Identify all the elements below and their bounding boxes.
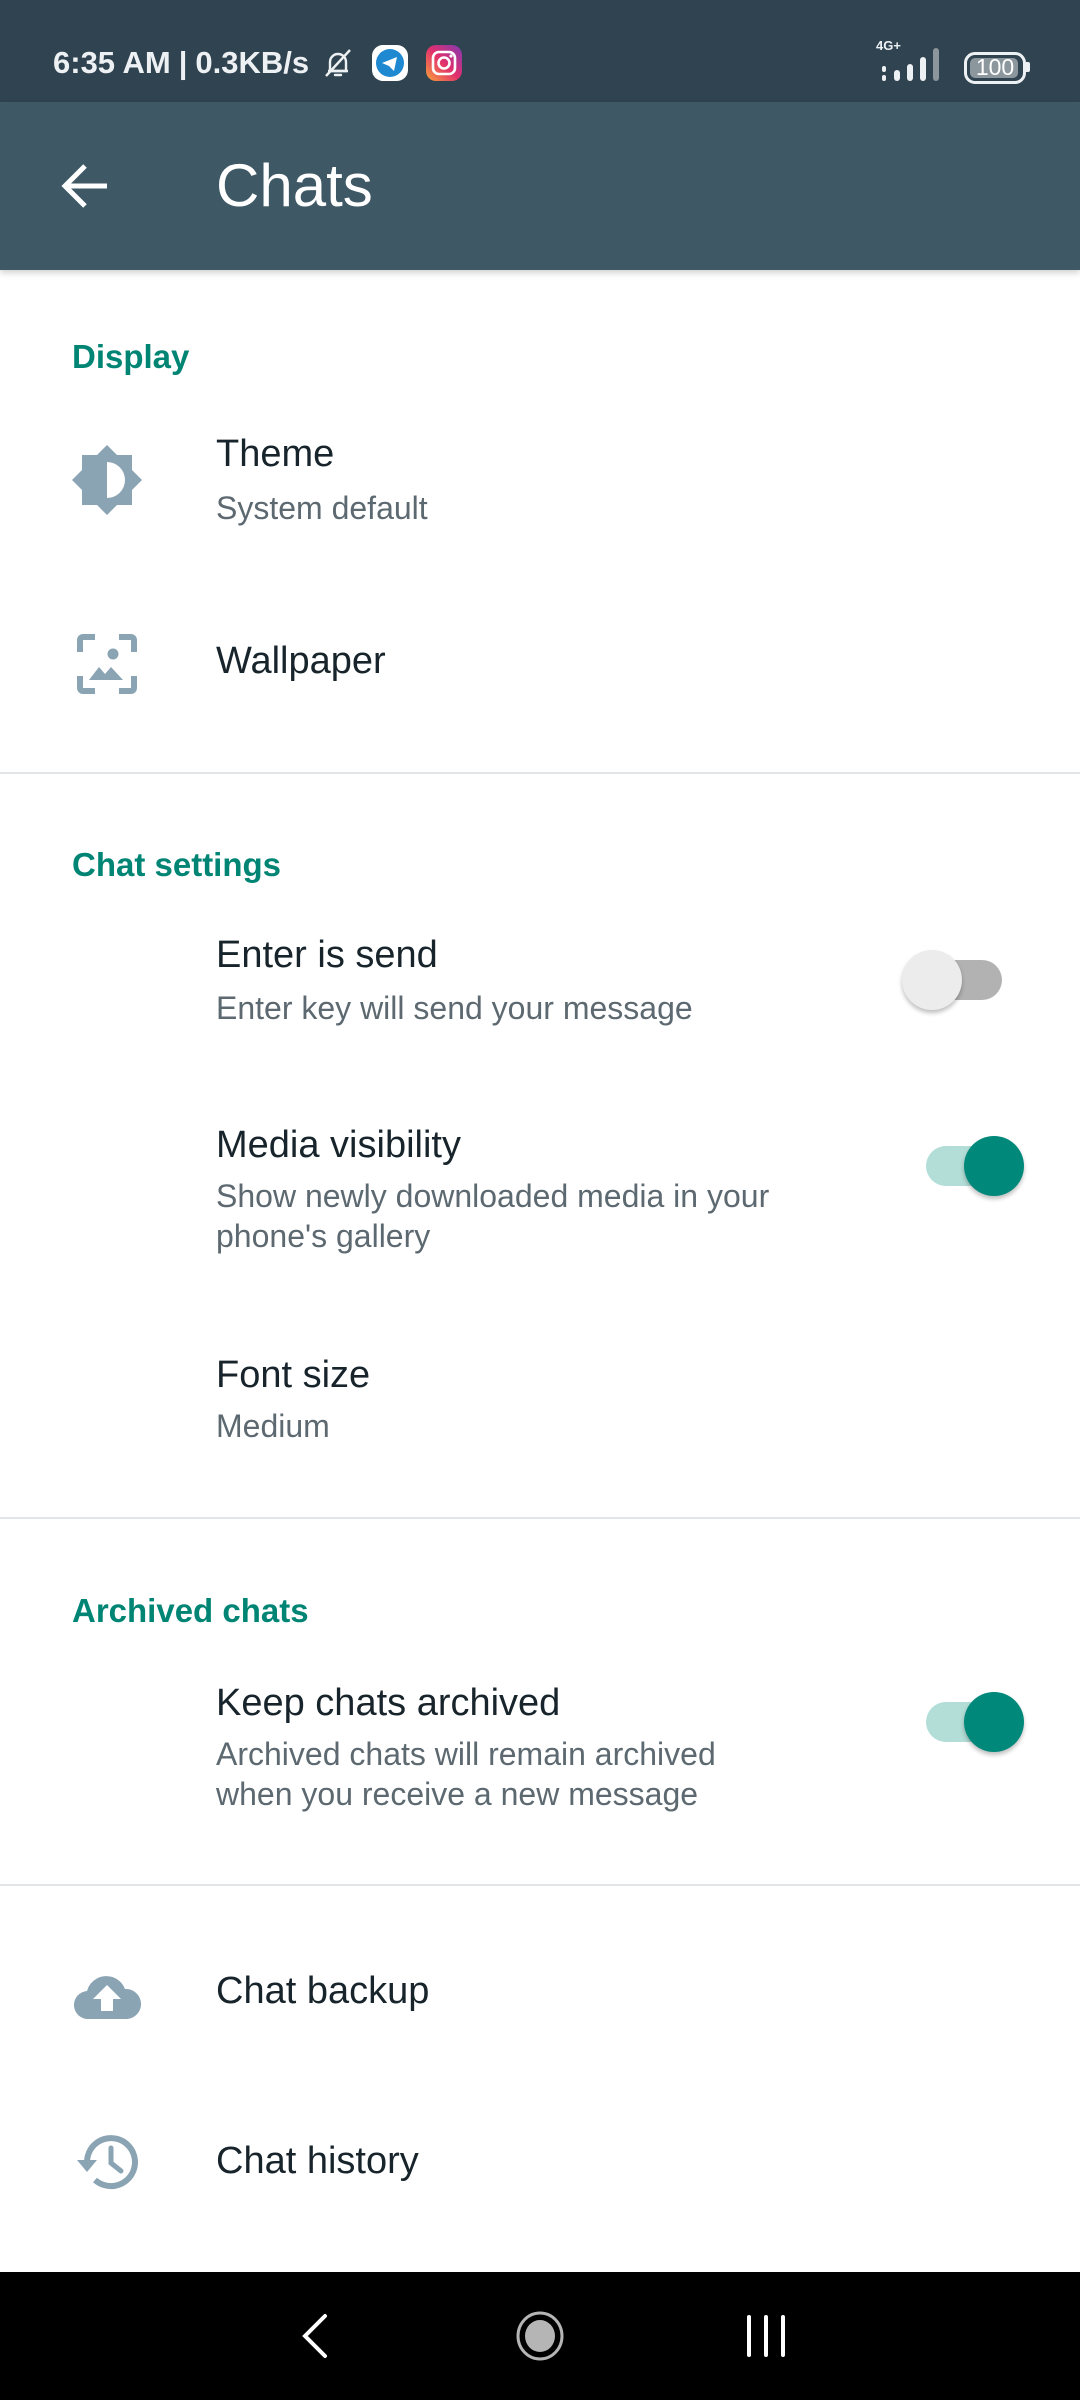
nav-recents-button[interactable]: [716, 2296, 816, 2376]
status-bar: 6:35 AM | 0.3KB/s 4G+ 100: [0, 0, 1080, 102]
battery-icon: 100: [964, 52, 1030, 84]
enter-is-send-toggle[interactable]: [902, 944, 1002, 1010]
cloud-upload-icon: [72, 1960, 142, 2030]
toggle-thumb: [964, 1136, 1024, 1196]
setting-title: Theme: [216, 433, 335, 475]
setting-title: Chat history: [216, 2140, 419, 2182]
toggle-thumb: [964, 1692, 1024, 1752]
section-header-chat-settings: Chat settings: [72, 846, 282, 883]
toggle-thumb: [902, 950, 962, 1010]
setting-keep-chats-archived[interactable]: Keep chats archived Archived chats will …: [0, 1656, 1080, 1846]
setting-enter-is-send[interactable]: Enter is send Enter key will send your m…: [0, 910, 1080, 1060]
setting-subtitle: Medium: [216, 1408, 330, 1444]
back-button[interactable]: [50, 155, 120, 217]
divider: [0, 1517, 1080, 1519]
section-header-display: Display: [72, 338, 190, 375]
setting-title: Font size: [216, 1354, 371, 1396]
bell-off-icon: [321, 46, 355, 80]
setting-media-visibility[interactable]: Media visibility Show newly downloaded m…: [0, 1100, 1080, 1290]
arrow-left-icon: [61, 164, 107, 208]
setting-title: Chat backup: [216, 1970, 430, 2012]
nav-recents-icon: [747, 2315, 785, 2357]
system-nav-bar: [0, 2272, 1080, 2400]
setting-title: Wallpaper: [216, 640, 386, 682]
battery-level: 100: [975, 54, 1015, 80]
setting-title: Media visibility: [216, 1124, 461, 1166]
media-visibility-toggle[interactable]: [926, 1130, 1026, 1196]
signal-icon: 4G+: [876, 38, 946, 84]
status-right: 4G+ 100: [876, 38, 1030, 84]
divider: [0, 772, 1080, 774]
keep-chats-archived-toggle[interactable]: [926, 1686, 1026, 1752]
setting-subtitle: Archived chats will remain archived when…: [216, 1736, 716, 1812]
setting-subtitle: Show newly downloaded media in your phon…: [216, 1178, 770, 1254]
wallpaper-icon: [72, 629, 142, 699]
instagram-icon: [425, 44, 463, 82]
setting-title: Keep chats archived: [216, 1682, 561, 1724]
status-left: 6:35 AM | 0.3KB/s: [53, 44, 463, 82]
nav-back-button[interactable]: [264, 2296, 364, 2376]
setting-font-size[interactable]: Font size Medium: [0, 1330, 1080, 1480]
telegram-icon: [371, 44, 409, 82]
setting-theme[interactable]: Theme System default: [0, 400, 1080, 560]
nav-home-icon: [516, 2311, 564, 2361]
status-separator: |: [178, 45, 188, 80]
setting-chat-history[interactable]: Chat history: [0, 2105, 1080, 2225]
status-net-speed: 0.3KB/s: [195, 45, 310, 80]
nav-home-button[interactable]: [490, 2296, 590, 2376]
section-header-archived-chats: Archived chats: [72, 1592, 309, 1629]
app-bar: Chats: [0, 102, 1080, 270]
status-time: 6:35 AM: [53, 45, 171, 80]
theme-brightness-icon: [72, 445, 142, 515]
setting-wallpaper[interactable]: Wallpaper: [0, 600, 1080, 730]
setting-chat-backup[interactable]: Chat backup: [0, 1935, 1080, 2055]
page-title: Chats: [216, 152, 373, 219]
nav-back-icon: [302, 2314, 327, 2358]
divider: [0, 1884, 1080, 1886]
history-icon: [72, 2127, 142, 2197]
setting-subtitle: System default: [216, 490, 428, 526]
setting-subtitle: Enter key will send your message: [216, 990, 693, 1026]
setting-title: Enter is send: [216, 934, 438, 976]
